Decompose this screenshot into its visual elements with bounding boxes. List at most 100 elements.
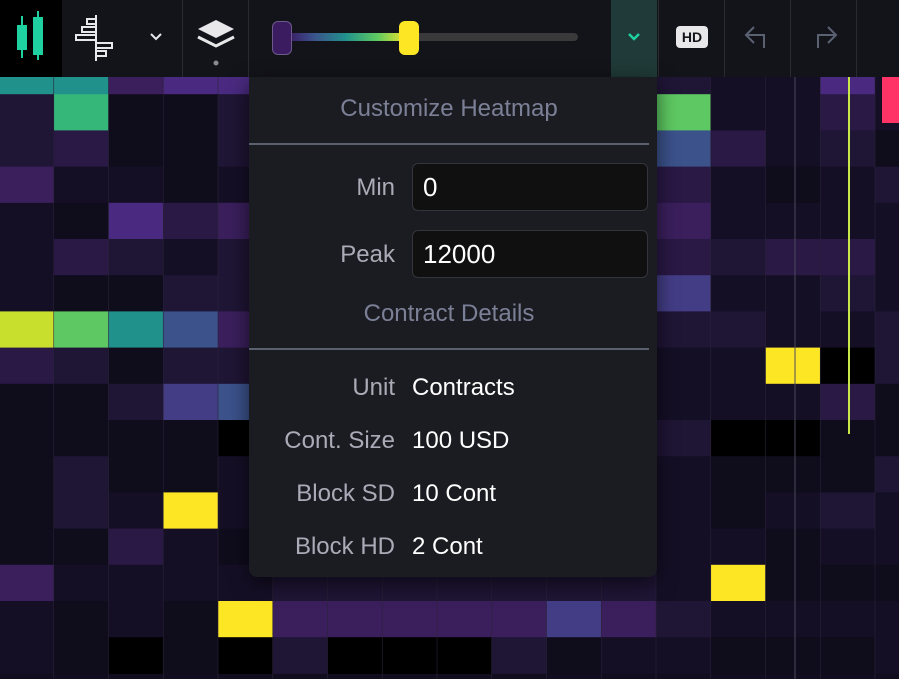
heatmap-cell <box>546 637 602 674</box>
slider-peak-handle[interactable] <box>399 21 420 55</box>
min-input[interactable] <box>412 163 648 211</box>
heatmap-cell <box>108 383 164 421</box>
heatmap-cell <box>820 166 876 204</box>
heatmap-cell <box>710 166 767 204</box>
heatmap-cell <box>765 528 821 566</box>
heatmap-cell <box>820 601 876 638</box>
slider-gradient-fill <box>282 33 410 41</box>
heatmap-cell <box>491 637 548 674</box>
heatmap-cell <box>875 275 899 312</box>
heatmap-cell <box>765 94 821 131</box>
heatmap-cell <box>875 311 899 349</box>
chevron-down-icon[interactable] <box>146 0 166 82</box>
heatmap-cell <box>820 420 876 457</box>
heatmap-range-slider[interactable] <box>250 0 610 77</box>
heatmap-cell <box>656 202 712 240</box>
customize-heatmap-popup: Customize Heatmap Min Peak Contract Deta… <box>249 77 657 577</box>
heatmap-cell <box>163 383 219 421</box>
heatmap-cell <box>53 239 110 276</box>
heatmap-cell <box>163 347 219 385</box>
heatmap-cell <box>820 311 876 349</box>
heatmap-cell <box>710 275 767 312</box>
heatmap-cell <box>108 637 164 674</box>
heatmap-cell <box>710 456 767 493</box>
heatmap-cell <box>875 347 899 385</box>
slider-track <box>282 33 578 41</box>
highlight-cell <box>882 77 899 123</box>
heatmap-type-button[interactable] <box>62 0 182 77</box>
heatmap-cell <box>765 492 821 530</box>
heatmap-cell <box>53 637 110 674</box>
heatmap-cell <box>710 239 767 276</box>
heatmap-cell <box>0 420 55 457</box>
heatmap-cell <box>875 528 899 566</box>
heatmap-cell <box>108 564 164 602</box>
heatmap-cell <box>108 420 164 457</box>
heatmap-cell <box>875 492 899 530</box>
heatmap-cell <box>163 601 219 638</box>
heatmap-cell <box>875 383 899 421</box>
toolbar-divider <box>856 0 857 77</box>
heatmap-cell <box>53 275 110 312</box>
heatmap-cell <box>108 492 164 530</box>
heatmap-cell <box>875 637 899 674</box>
heatmap-cell <box>108 601 164 638</box>
heatmap-cell <box>875 456 899 493</box>
heatmap-cell <box>163 492 219 530</box>
layers-button[interactable] <box>184 0 248 77</box>
heatmap-cell <box>710 311 767 349</box>
heatmap-cell <box>108 239 164 276</box>
heatmap-cell <box>656 601 712 638</box>
heatmap-cell <box>0 456 55 493</box>
heatmap-cell <box>710 347 767 385</box>
heatmap-cell <box>656 528 712 566</box>
heatmap-cell <box>163 420 219 457</box>
heatmap-cell <box>0 347 55 385</box>
heatmap-cell <box>163 130 219 168</box>
heatmap-cell <box>656 637 712 674</box>
heatmap-cell <box>53 528 110 566</box>
heatmap-cell <box>875 564 899 602</box>
heatmap-cell <box>108 311 164 349</box>
heatmap-cell <box>656 311 712 349</box>
heatmap-cell <box>53 601 110 638</box>
heatmap-cell <box>0 564 55 602</box>
redo-button[interactable] <box>792 0 856 77</box>
heatmap-cell <box>108 166 164 204</box>
heatmap-cell <box>765 564 821 602</box>
heatmap-cell <box>108 130 164 168</box>
heatmap-cell <box>0 601 55 638</box>
heatmap-cell <box>437 601 493 638</box>
heatmap-cell <box>710 383 767 421</box>
heatmap-cell <box>765 202 821 240</box>
heatmap-cell <box>765 347 821 385</box>
heatmap-cell <box>656 347 712 385</box>
min-label: Min <box>356 174 395 201</box>
heatmap-cell <box>656 94 712 131</box>
contract-details-title: Contract Details <box>363 300 535 327</box>
heatmap-cell <box>820 456 876 493</box>
heatmap-cell <box>710 492 767 530</box>
heatmap-cell <box>163 202 219 240</box>
heatmap-cell <box>382 637 438 674</box>
collapse-panel-button[interactable] <box>611 0 657 77</box>
heatmap-cell <box>108 528 164 566</box>
heatmap-cell <box>53 347 110 385</box>
contract-size-label: Cont. Size <box>284 427 395 454</box>
heatmap-cell <box>875 601 899 638</box>
heatmap-cell <box>875 239 899 276</box>
undo-icon <box>726 26 790 81</box>
heatmap-cell <box>765 456 821 493</box>
candlestick-icon <box>0 11 62 81</box>
slider-min-handle[interactable] <box>272 21 292 55</box>
peak-input[interactable] <box>412 230 648 278</box>
redo-icon <box>792 26 856 81</box>
heatmap-cell <box>53 420 110 457</box>
heatmap-cell <box>163 94 219 131</box>
block-hd-label: Block HD <box>294 533 395 560</box>
chart-type-button[interactable] <box>0 0 62 77</box>
heatmap-cell <box>820 275 876 312</box>
heatmap-cell <box>710 601 767 638</box>
undo-button[interactable] <box>726 0 790 77</box>
hd-toggle[interactable]: HD <box>660 0 724 77</box>
